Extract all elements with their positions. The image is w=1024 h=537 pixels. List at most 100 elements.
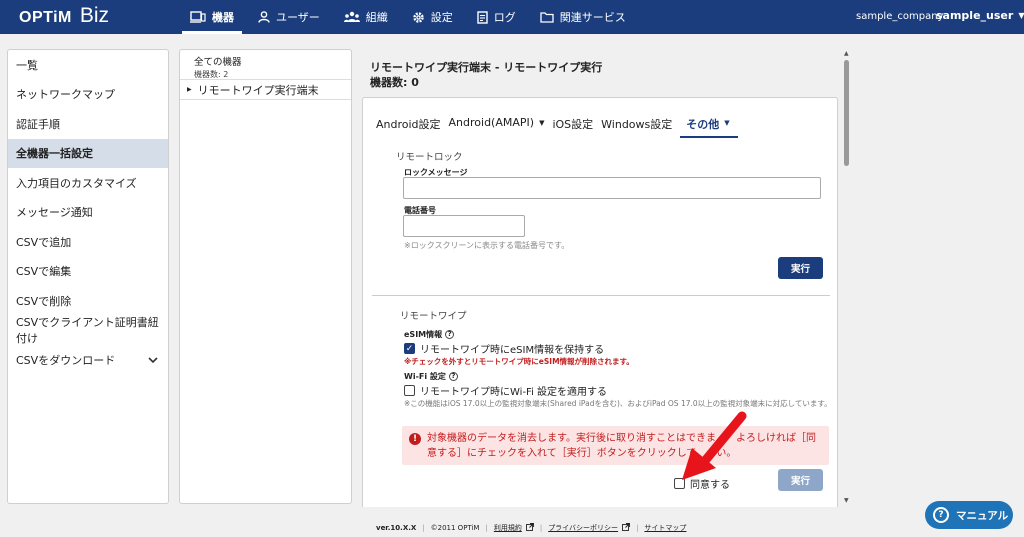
footer-terms-link[interactable]: 利用規約 bbox=[494, 523, 534, 533]
tab-android-amapi[interactable]: Android(AMAPI) ▼ bbox=[449, 112, 545, 138]
device-tree-panel: 全ての機器 機器数: 2 ▶ リモートワイプ実行端末 bbox=[179, 49, 352, 504]
tab-label: その他 bbox=[686, 118, 720, 131]
tab-label: iOS設定 bbox=[552, 118, 594, 131]
scroll-down-icon[interactable]: ▼ bbox=[844, 497, 849, 504]
nav-related-services[interactable]: 関連サービス bbox=[528, 0, 638, 34]
remote-lock-section-title: リモートロック bbox=[396, 152, 463, 163]
footer-version: ver.10.X.X bbox=[376, 524, 417, 532]
wifi-apply-checkbox[interactable] bbox=[404, 385, 415, 396]
footer-privacy-link[interactable]: プライバシーポリシー bbox=[548, 523, 631, 533]
page-footer: ver.10.X.X | ©2011 OPTiM | 利用規約 | プライバシー… bbox=[376, 523, 686, 533]
tab-ios[interactable]: iOS設定 bbox=[552, 112, 593, 138]
sidebar-item-csv-client-cert[interactable]: CSVでクライアント証明書紐付け bbox=[8, 316, 168, 346]
sidebar-item-label: CSVで編集 bbox=[16, 265, 72, 279]
tree-root-count: 機器数: 2 bbox=[194, 70, 229, 79]
esim-keep-checkbox[interactable]: ✓ bbox=[404, 343, 415, 354]
side-menu: 一覧 ネットワークマップ 認証手順 全機器一括設定 入力項目のカスタマイズ メッ… bbox=[7, 49, 169, 504]
footer-separator: | bbox=[539, 524, 543, 532]
sidebar-item-label: 一覧 bbox=[16, 58, 38, 72]
sidebar-item-network-map[interactable]: ネットワークマップ bbox=[8, 80, 168, 110]
wifi-settings-heading: Wi-Fi 設定 ? bbox=[404, 371, 458, 382]
user-menu[interactable]: sample_user ▼ bbox=[936, 9, 1024, 22]
help-icon[interactable]: ? bbox=[448, 372, 458, 381]
wifi-apply-checkbox-row[interactable]: リモートワイプ時にWi-Fi 設定を適用する bbox=[404, 383, 607, 398]
footer-separator: | bbox=[636, 524, 639, 532]
nav-log-label: ログ bbox=[493, 11, 516, 24]
sidebar-item-csv-add[interactable]: CSVで追加 bbox=[8, 227, 168, 257]
wifi-settings-label: Wi-Fi 設定 bbox=[404, 372, 446, 381]
sidebar-item-message-notification[interactable]: メッセージ通知 bbox=[8, 198, 168, 228]
footer-separator: | bbox=[422, 524, 425, 532]
lock-message-input[interactable] bbox=[403, 177, 821, 199]
esim-keep-checkbox-label: リモートワイプ時にeSIM情報を保持する bbox=[420, 345, 605, 356]
company-name: sample_company bbox=[856, 11, 944, 22]
top-header: OPTiM Biz 機器 ユーザー 組織 設定 ログ 関連サービス sample… bbox=[0, 0, 1024, 34]
footer-sitemap-link[interactable]: サイトマップ bbox=[644, 523, 686, 533]
external-link-icon bbox=[622, 523, 631, 533]
sidebar-item-label: 認証手順 bbox=[16, 117, 60, 131]
annotation-arrow-icon bbox=[682, 411, 747, 480]
tab-windows[interactable]: Windows設定 bbox=[601, 112, 672, 138]
footer-separator: | bbox=[485, 524, 488, 532]
chevron-down-icon bbox=[148, 354, 158, 367]
sidebar-item-list[interactable]: 一覧 bbox=[8, 50, 168, 80]
sidebar-item-customize-fields[interactable]: 入力項目のカスタマイズ bbox=[8, 168, 168, 198]
caret-down-icon: ▼ bbox=[724, 119, 730, 127]
remote-wipe-section-title: リモートワイプ bbox=[400, 311, 467, 322]
organization-icon bbox=[343, 11, 360, 23]
sidebar-item-csv-download[interactable]: CSVをダウンロード bbox=[8, 345, 168, 375]
sidebar-item-label: 全機器一括設定 bbox=[16, 147, 93, 161]
section-divider bbox=[372, 295, 830, 296]
sidebar-item-label: CSVで追加 bbox=[16, 235, 72, 249]
log-icon bbox=[477, 10, 488, 24]
scrollbar-thumb[interactable] bbox=[844, 60, 849, 166]
tree-node-remote-wipe-devices[interactable]: ▶ リモートワイプ実行端末 bbox=[180, 80, 351, 100]
tab-android[interactable]: Android設定 bbox=[376, 112, 441, 138]
tree-root-all-devices[interactable]: 全ての機器 機器数: 2 bbox=[180, 50, 351, 80]
help-circle-icon: ? bbox=[933, 507, 949, 523]
logo-sub-text: Biz bbox=[79, 4, 110, 27]
nav-organization[interactable]: 組織 bbox=[332, 0, 400, 34]
nav-settings[interactable]: 設定 bbox=[400, 0, 465, 34]
optim-biz-logo[interactable]: OPTiM Biz bbox=[19, 4, 109, 28]
tab-label: Android設定 bbox=[376, 118, 441, 131]
sidebar-item-label: CSVでクライアント証明書紐付け bbox=[16, 316, 159, 346]
nav-devices[interactable]: 機器 bbox=[178, 0, 246, 34]
esim-info-label: eSIM情報 bbox=[404, 330, 443, 339]
wifi-support-note: ※この機能はiOS 17.0以上の監視対象端末(Shared iPadを含む)、… bbox=[404, 399, 832, 408]
footer-copyright: ©2011 OPTiM bbox=[430, 524, 480, 532]
remote-wipe-execute-button[interactable]: 実行 bbox=[778, 469, 823, 491]
sidebar-item-label: 入力項目のカスタマイズ bbox=[16, 176, 137, 190]
user-name: sample_user bbox=[936, 9, 1014, 22]
wipe-alert-box: ! 対象機器のデータを消去します。実行後に取り消すことはできま よろしければ［同… bbox=[402, 426, 829, 465]
tree-root-label: 全ての機器 bbox=[194, 57, 242, 68]
main-nav: 機器 ユーザー 組織 設定 ログ 関連サービス bbox=[178, 0, 638, 34]
device-icon bbox=[190, 11, 206, 23]
nav-users[interactable]: ユーザー bbox=[246, 0, 332, 34]
sidebar-item-auth-procedure[interactable]: 認証手順 bbox=[8, 109, 168, 139]
caret-down-icon: ▼ bbox=[1018, 11, 1024, 20]
nav-related-services-label: 関連サービス bbox=[559, 11, 626, 24]
tab-other[interactable]: その他 ▼ bbox=[680, 112, 738, 138]
manual-button[interactable]: ? マニュアル bbox=[925, 501, 1013, 529]
sidebar-item-csv-edit[interactable]: CSVで編集 bbox=[8, 257, 168, 287]
esim-keep-checkbox-row[interactable]: ✓ リモートワイプ時にeSIM情報を保持する bbox=[404, 341, 604, 356]
footer-sitemap-label: サイトマップ bbox=[644, 524, 687, 532]
nav-log[interactable]: ログ bbox=[465, 0, 528, 34]
sidebar-item-label: メッセージ通知 bbox=[16, 206, 93, 220]
nav-settings-label: 設定 bbox=[430, 11, 453, 24]
footer-terms-label: 利用規約 bbox=[493, 524, 522, 532]
remote-lock-execute-button[interactable]: 実行 bbox=[778, 257, 823, 279]
os-tabs: Android設定 Android(AMAPI) ▼ iOS設定 Windows設… bbox=[376, 112, 746, 138]
tab-label: Windows設定 bbox=[601, 118, 673, 131]
sidebar-item-bulk-settings[interactable]: 全機器一括設定 bbox=[8, 138, 168, 168]
scroll-up-icon[interactable]: ▲ bbox=[844, 50, 849, 57]
help-icon[interactable]: ? bbox=[445, 330, 455, 339]
nav-devices-label: 機器 bbox=[212, 11, 234, 24]
page-title: リモートワイプ実行端末 - リモートワイプ実行 bbox=[370, 61, 603, 74]
sidebar-item-csv-delete[interactable]: CSVで削除 bbox=[8, 286, 168, 316]
exclamation-icon: ! bbox=[409, 433, 421, 445]
wipe-alert-text: 対象機器のデータを消去します。実行後に取り消すことはできま よろしければ［同意す… bbox=[427, 433, 816, 459]
phone-number-input[interactable] bbox=[403, 215, 525, 237]
nav-users-label: ユーザー bbox=[276, 11, 320, 24]
